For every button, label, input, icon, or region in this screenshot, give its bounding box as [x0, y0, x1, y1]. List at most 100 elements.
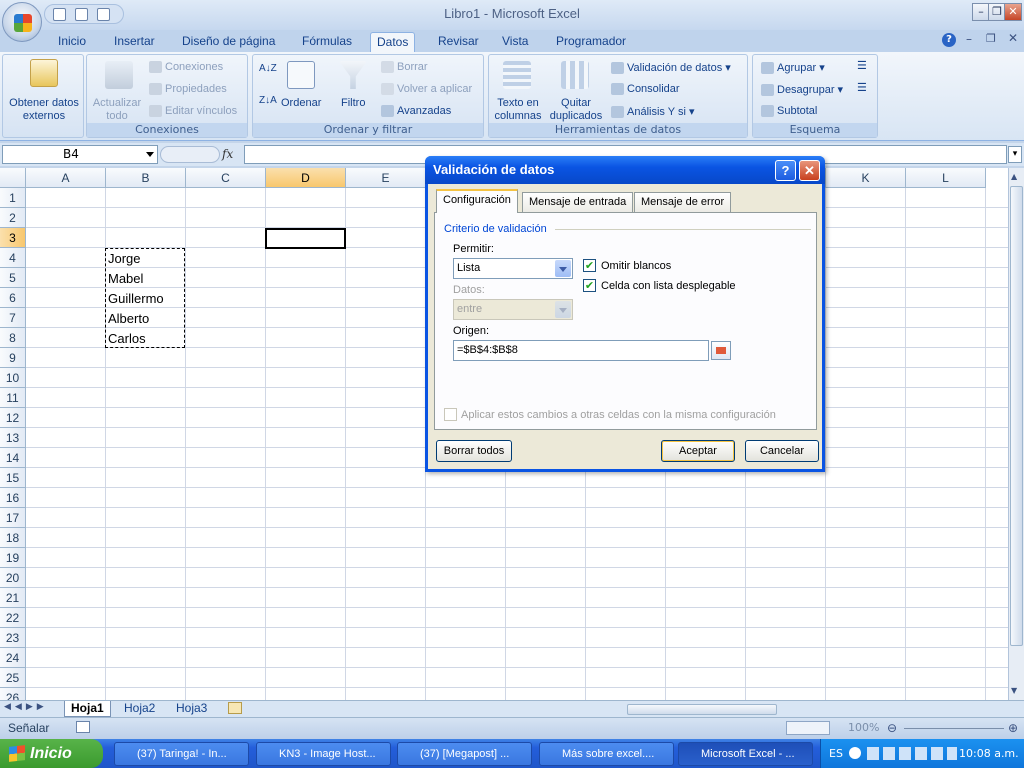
collapse-dialog-icon[interactable]	[711, 341, 731, 360]
row-header[interactable]: 8	[0, 328, 26, 348]
tray-icons[interactable]	[867, 747, 957, 760]
row-header[interactable]: 20	[0, 568, 26, 588]
omitir-blancos-checkbox[interactable]: ✔	[583, 259, 596, 272]
row-header[interactable]: 26	[0, 688, 26, 700]
row-header[interactable]: 17	[0, 508, 26, 528]
sort-az-icon[interactable]: A↓Z	[259, 63, 277, 74]
row-header[interactable]: 13	[0, 428, 26, 448]
validacion-datos-button[interactable]: Validación de datos ▾	[611, 61, 731, 75]
zoom-in-icon[interactable]: ⊕	[1008, 721, 1018, 735]
permitir-select[interactable]: Lista	[453, 258, 573, 279]
row-header[interactable]: 12	[0, 408, 26, 428]
tab-insertar[interactable]: Insertar	[108, 32, 161, 52]
tab-programador[interactable]: Programador	[550, 32, 632, 52]
scroll-thumb[interactable]	[1010, 186, 1023, 646]
row-header[interactable]: 23	[0, 628, 26, 648]
close-icon[interactable]: ✕	[799, 160, 820, 181]
chevron-down-icon[interactable]	[146, 152, 154, 157]
active-cell-d3[interactable]	[265, 228, 346, 249]
desagrupar-button[interactable]: Desagrupar ▾	[761, 83, 843, 97]
taskbar-item-2[interactable]: KN3 - Image Host...	[256, 742, 391, 766]
column-header[interactable]: A	[26, 168, 106, 188]
tab-vista[interactable]: Vista	[496, 32, 534, 52]
row-header[interactable]: 21	[0, 588, 26, 608]
sheet-tab-hoja3[interactable]: Hoja3	[170, 701, 213, 717]
row-header[interactable]: 6	[0, 288, 26, 308]
hide-detail-icon[interactable]: ☰	[857, 81, 867, 94]
row-header[interactable]: 10	[0, 368, 26, 388]
scroll-up-icon[interactable]: ▲	[1011, 172, 1017, 181]
scroll-down-icon[interactable]: ▼	[1011, 686, 1017, 695]
row-header[interactable]: 5	[0, 268, 26, 288]
borrar-filtro-button[interactable]: Borrar	[381, 61, 428, 74]
origen-input[interactable]: =$B$4:$B$8	[453, 340, 709, 361]
view-buttons-icon[interactable]	[786, 721, 830, 735]
celda-lista-checkbox[interactable]: ✔	[583, 279, 596, 292]
zoom-out-icon[interactable]: ⊖	[887, 721, 897, 735]
row-header[interactable]: 3	[0, 228, 26, 248]
start-button[interactable]: Inicio	[0, 739, 103, 768]
row-header[interactable]: 15	[0, 468, 26, 488]
tray-back-icon[interactable]	[849, 747, 861, 759]
column-header[interactable]: B	[106, 168, 186, 188]
row-header[interactable]: 4	[0, 248, 26, 268]
sheet-tab-hoja2[interactable]: Hoja2	[118, 701, 161, 717]
column-header[interactable]: K	[826, 168, 906, 188]
chevron-down-icon[interactable]	[555, 260, 571, 277]
borrar-todos-button[interactable]: Borrar todos	[436, 440, 512, 462]
macro-record-icon[interactable]	[76, 721, 90, 733]
agrupar-button[interactable]: Agrupar ▾	[761, 61, 825, 75]
row-header[interactable]: 14	[0, 448, 26, 468]
tab-datos[interactable]: Datos	[370, 32, 416, 52]
insert-sheet-icon[interactable]	[228, 702, 242, 714]
row-header[interactable]: 22	[0, 608, 26, 628]
ribbon-close-icon[interactable]: ✕	[1008, 31, 1018, 45]
horizontal-scroll-thumb[interactable]	[627, 704, 777, 715]
ribbon-minimize-icon[interactable]: –	[966, 32, 972, 46]
zoom-slider[interactable]	[904, 728, 1004, 729]
column-header[interactable]: E	[346, 168, 426, 188]
aceptar-button[interactable]: Aceptar	[661, 440, 735, 462]
row-header[interactable]: 2	[0, 208, 26, 228]
consolidar-button[interactable]: Consolidar	[611, 83, 680, 96]
taskbar-item-4[interactable]: Más sobre excel....	[539, 742, 674, 766]
taskbar-item-1[interactable]: (37) Taringa! - In...	[114, 742, 249, 766]
ordenar-button[interactable]: Ordenar	[281, 97, 321, 109]
row-header[interactable]: 9	[0, 348, 26, 368]
taskbar-item-5[interactable]: Microsoft Excel - ...	[678, 742, 813, 766]
help-icon[interactable]: ?	[775, 160, 796, 181]
subtotal-button[interactable]: Subtotal	[761, 105, 817, 118]
propiedades-button[interactable]: Propiedades	[149, 83, 227, 96]
column-header[interactable]: L	[906, 168, 986, 188]
sheet-tab-hoja1[interactable]: Hoja1	[64, 701, 111, 717]
language-indicator[interactable]: ES	[829, 739, 843, 768]
help-icon[interactable]: ?	[942, 33, 956, 47]
tab-mensaje-entrada[interactable]: Mensaje de entrada	[522, 192, 634, 212]
close-button[interactable]: ✕	[1004, 3, 1022, 21]
editar-vinculos-button[interactable]: Editar vínculos	[149, 105, 237, 118]
row-header[interactable]: 16	[0, 488, 26, 508]
taskbar-item-3[interactable]: (37) [Megapost] ...	[397, 742, 532, 766]
conexiones-button[interactable]: Conexiones	[149, 61, 223, 74]
texto-columnas-button[interactable]: Texto en columnas	[491, 97, 545, 123]
row-header[interactable]: 7	[0, 308, 26, 328]
formula-expand-icon[interactable]	[160, 146, 220, 163]
tab-mensaje-error[interactable]: Mensaje de error	[634, 192, 732, 212]
column-header[interactable]: C	[186, 168, 266, 188]
row-header[interactable]: 25	[0, 668, 26, 688]
quitar-duplicados-button[interactable]: Quitar duplicados	[547, 97, 605, 123]
obtener-datos-button[interactable]: Obtener datos externos	[6, 97, 82, 123]
name-box[interactable]: B4	[2, 145, 158, 164]
show-detail-icon[interactable]: ☰	[857, 59, 867, 72]
tab-diseno[interactable]: Diseño de página	[176, 32, 281, 52]
row-header[interactable]: 11	[0, 388, 26, 408]
row-header[interactable]: 24	[0, 648, 26, 668]
actualizar-button[interactable]: Actualizar todo	[91, 97, 143, 123]
row-header[interactable]: 19	[0, 548, 26, 568]
tab-formulas[interactable]: Fórmulas	[296, 32, 358, 52]
sort-za-icon[interactable]: Z↓A	[259, 95, 277, 106]
row-header[interactable]: 18	[0, 528, 26, 548]
vertical-scrollbar[interactable]: ▲ ▼	[1008, 168, 1024, 700]
analisis-button[interactable]: Análisis Y si ▾	[611, 105, 694, 119]
column-header[interactable]: D	[266, 168, 346, 188]
